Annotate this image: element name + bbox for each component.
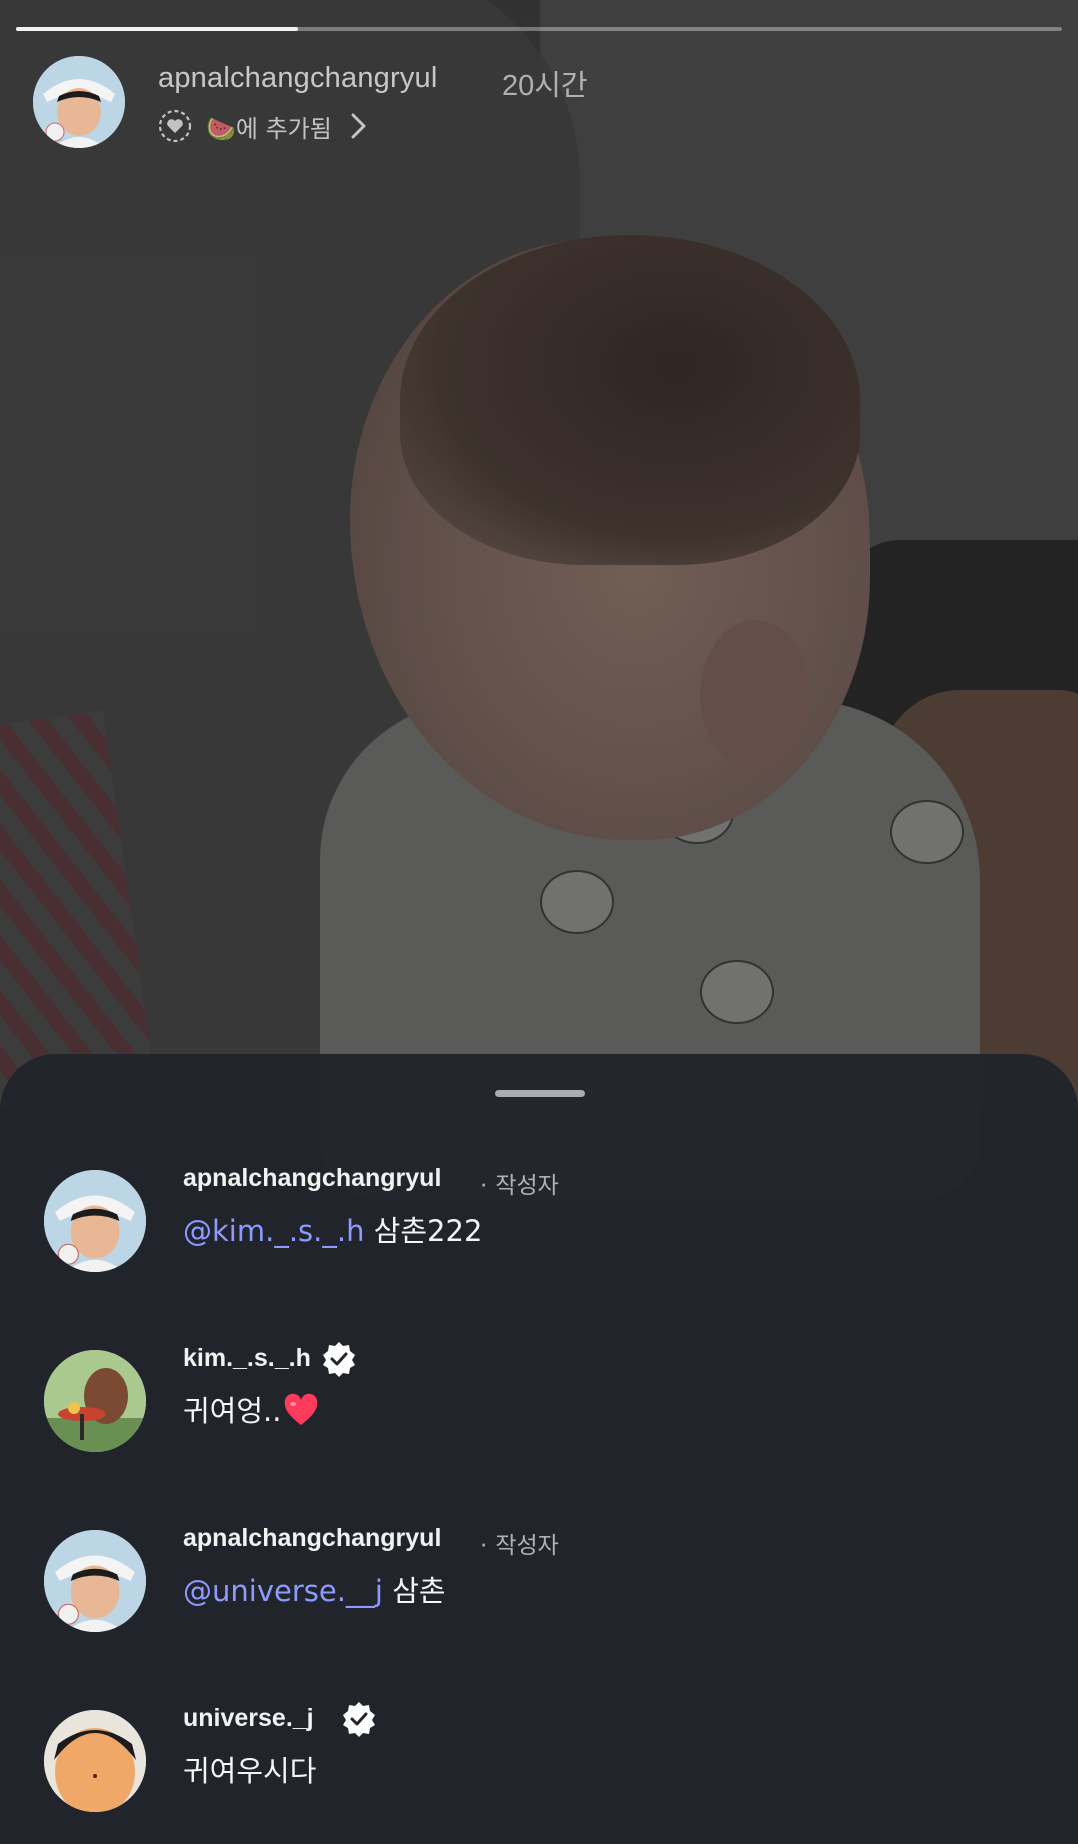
story-progress-fill [16, 27, 299, 31]
commenter-username[interactable]: apnalchangchangryul [183, 1164, 441, 1193]
comment-item: apnalchangchangryul · 작성자 @universe.__j 삼… [0, 1518, 1078, 1648]
comment-body: 삼촌222 [364, 1214, 483, 1248]
author-badge-label: 작성자 [495, 1533, 559, 1559]
commenter-username[interactable]: kim._.s._.h [183, 1344, 311, 1373]
mention-link[interactable]: @kim._.s._.h [183, 1214, 364, 1248]
verified-badge-icon [323, 1342, 355, 1377]
red-heart-icon [285, 1393, 318, 1425]
comment-text: @kim._.s._.h 삼촌222 [183, 1208, 482, 1250]
story-timestamp: 20시간 [502, 70, 588, 102]
mention-link[interactable]: @universe.__j [183, 1574, 383, 1608]
author-badge: · 작성자 [480, 1166, 559, 1200]
commenter-avatar[interactable] [44, 1170, 146, 1272]
comment-text: @universe.__j 삼촌 [183, 1568, 446, 1610]
author-badge-label: 작성자 [495, 1173, 559, 1199]
comment-body: 귀여우시다 [183, 1754, 317, 1788]
highlight-added-row[interactable]: 🍉에 추가됨 [158, 106, 370, 146]
comment-body: 귀여엉.. [183, 1394, 282, 1428]
comment-item: universe._j 귀여우시다 [0, 1698, 1078, 1828]
comments-sheet: apnalchangchangryul · 작성자 @kim._.s._.h 삼촌… [0, 1054, 1078, 1844]
sheet-drag-handle[interactable] [495, 1090, 585, 1097]
commenter-username[interactable]: universe._j [183, 1704, 314, 1733]
author-badge-separator: · [480, 1173, 488, 1199]
story-username[interactable]: apnalchangchangryul [158, 62, 438, 95]
comment-text: 귀여엉.. [183, 1388, 319, 1430]
comment-text: 귀여우시다 [183, 1748, 316, 1790]
commenter-avatar[interactable] [44, 1710, 146, 1812]
highlight-heart-icon [158, 109, 192, 143]
story-progress-bar [16, 27, 1062, 31]
author-badge: · 작성자 [480, 1526, 559, 1560]
chevron-right-icon [351, 113, 366, 139]
comment-item: kim._.s._.h 귀여엉.. [0, 1338, 1078, 1468]
story-author-avatar[interactable] [33, 56, 125, 148]
commenter-avatar[interactable] [44, 1530, 146, 1632]
verified-badge-icon [343, 1702, 375, 1737]
comment-item: apnalchangchangryul · 작성자 @kim._.s._.h 삼촌… [0, 1158, 1078, 1288]
commenter-avatar[interactable] [44, 1350, 146, 1452]
commenter-username[interactable]: apnalchangchangryul [183, 1524, 441, 1553]
author-badge-separator: · [480, 1533, 488, 1559]
comment-body: 삼촌 [382, 1574, 446, 1608]
highlight-added-text: 🍉에 추가됨 [206, 114, 332, 143]
